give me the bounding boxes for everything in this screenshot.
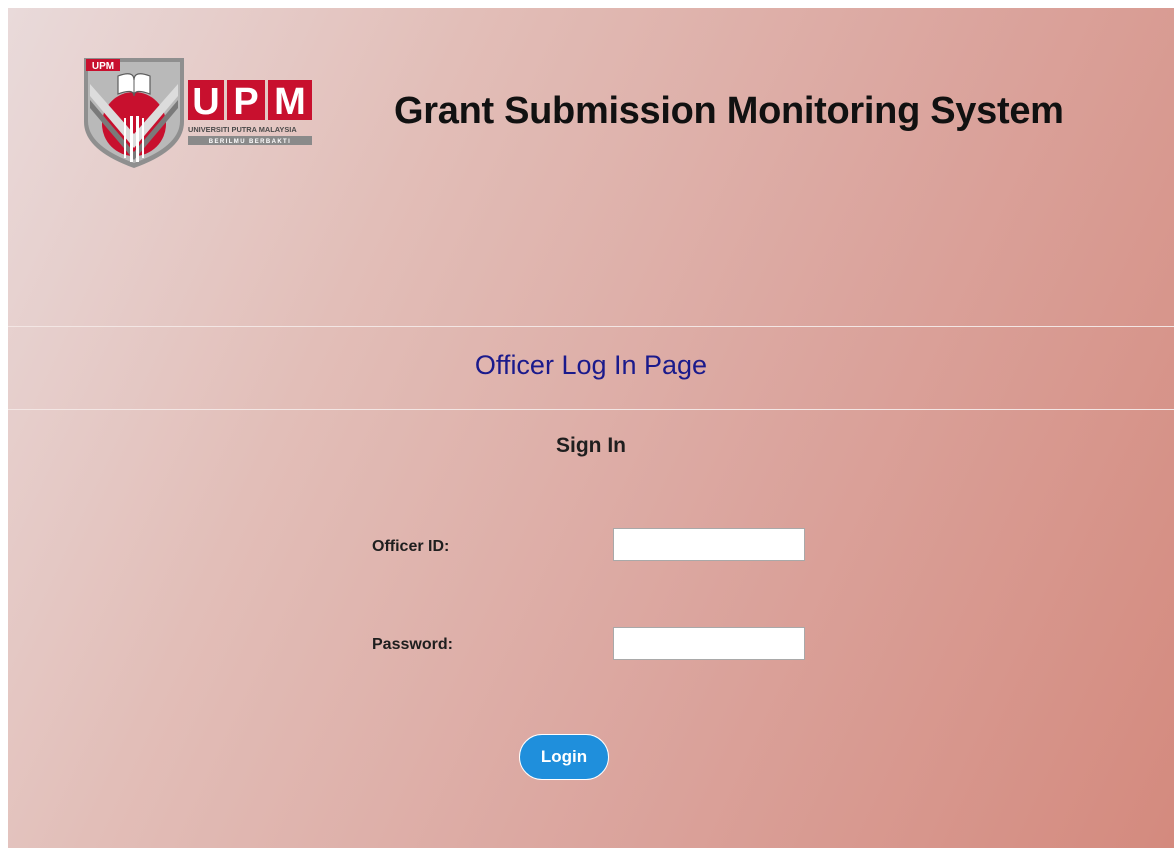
app-title: Grant Submission Monitoring System <box>394 90 1064 132</box>
logo-university-name: UNIVERSITI PUTRA MALAYSIA <box>188 125 297 134</box>
logo-badge-text: UPM <box>92 61 114 72</box>
page-heading: Officer Log In Page <box>474 350 708 380</box>
login-button[interactable]: Login <box>519 734 609 780</box>
login-page: UPM U P M UNIVERSITI PUTRA MALAYSIA BERI… <box>8 8 1174 848</box>
header-divider <box>8 326 1174 327</box>
sign-in-heading: Sign In <box>556 434 626 457</box>
upm-logo: UPM U P M UNIVERSITI PUTRA MALAYSIA BERI… <box>84 58 312 168</box>
password-input[interactable] <box>613 627 805 660</box>
officer-id-input[interactable] <box>613 528 805 561</box>
page-header: UPM U P M UNIVERSITI PUTRA MALAYSIA BERI… <box>8 8 1174 326</box>
logo-wordmark-p: P <box>233 81 258 123</box>
logo-motto: BERILMU BERBAKTI <box>209 139 291 145</box>
password-label: Password: <box>372 636 453 653</box>
heading-divider <box>8 409 1174 410</box>
logo-wordmark-m: M <box>274 81 306 123</box>
officer-id-label: Officer ID: <box>372 538 450 555</box>
logo-wordmark-u: U <box>192 81 219 123</box>
